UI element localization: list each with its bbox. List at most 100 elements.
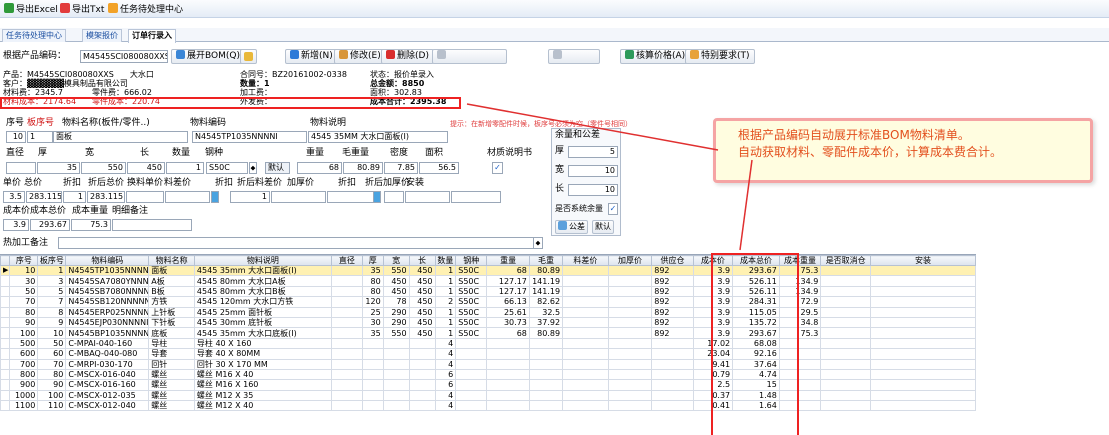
table-cell[interactable]: [651, 379, 694, 391]
table-cell[interactable]: 892: [651, 327, 694, 339]
table-cell[interactable]: [820, 275, 872, 287]
table-cell[interactable]: 80: [361, 285, 384, 298]
table-cell[interactable]: 900: [9, 379, 39, 391]
table-cell[interactable]: 导套: [148, 348, 195, 360]
table-cell[interactable]: 80: [361, 275, 384, 287]
table-cell[interactable]: C-MRPI-030-170: [65, 358, 150, 370]
edit-button[interactable]: 修改(E): [334, 49, 386, 64]
table-cell[interactable]: 导套 40 X 80MM: [193, 348, 332, 360]
sys-margin-checkbox[interactable]: ✓: [608, 203, 618, 215]
column-header[interactable]: 厚: [361, 255, 384, 266]
column-header[interactable]: 安装: [870, 255, 976, 266]
table-cell[interactable]: 600: [9, 348, 39, 360]
table-cell[interactable]: [330, 358, 363, 370]
table-cell[interactable]: 450: [408, 285, 436, 298]
table-cell[interactable]: [330, 264, 363, 277]
table-cell[interactable]: 70: [9, 296, 39, 308]
table-cell[interactable]: 35: [361, 264, 384, 277]
table-cell[interactable]: [408, 379, 436, 391]
table-cell[interactable]: 450: [408, 306, 436, 318]
table-cell[interactable]: [486, 400, 530, 412]
expand-bom-button[interactable]: 展开BOM(Q): [171, 49, 245, 64]
table-cell[interactable]: [330, 275, 363, 287]
table-row[interactable]: ▶ 10 1 N4545TP1035NNNNI 面板 4545 35mm 大水口面板(I)…: [0, 264, 976, 277]
table-cell[interactable]: 25: [361, 306, 384, 318]
table-cell[interactable]: [455, 337, 488, 350]
table-cell[interactable]: [870, 400, 976, 412]
table-cell[interactable]: 回针: [148, 358, 195, 370]
table-cell[interactable]: 290: [382, 306, 410, 318]
table-row[interactable]: 900 90 C-MSCX-016-160 螺丝 螺丝 M16 X 160 6 2.5 15: [0, 379, 976, 391]
column-header[interactable]: 物料说明: [193, 255, 332, 266]
table-cell[interactable]: [820, 348, 872, 360]
table-cell[interactable]: [382, 348, 410, 360]
table-cell[interactable]: 6: [434, 379, 457, 391]
table-cell[interactable]: S50C: [455, 306, 488, 318]
table-cell[interactable]: 螺丝: [148, 400, 195, 412]
table-cell[interactable]: [330, 337, 363, 350]
table-cell[interactable]: 68: [486, 264, 530, 277]
table-cell[interactable]: N4545EJP030NNNNI: [65, 316, 150, 329]
table-cell[interactable]: S50C: [455, 316, 488, 329]
table-cell[interactable]: [607, 337, 653, 350]
table-cell[interactable]: [562, 358, 609, 370]
table-cell[interactable]: 3: [37, 275, 67, 287]
table-cell[interactable]: [486, 358, 530, 370]
table-cell[interactable]: 导柱: [148, 337, 195, 350]
table-cell[interactable]: 450: [382, 275, 410, 287]
table-cell[interactable]: [870, 358, 976, 370]
column-header[interactable]: 物料编码: [65, 255, 150, 266]
table-cell[interactable]: [562, 327, 609, 339]
table-cell[interactable]: [562, 316, 609, 329]
table-cell[interactable]: 10: [37, 327, 67, 339]
table-row[interactable]: 70 7 N4545SB120NNNNN 方铁 4545 120mm 大水口方铁 120 7…: [0, 296, 976, 308]
table-cell[interactable]: 450: [408, 327, 436, 339]
table-row[interactable]: 80 8 N4545ERP025NNNNA 上针板 4545 25mm 面针板 25 290…: [0, 306, 976, 318]
table-row[interactable]: 90 9 N4545EJP030NNNNI 下针板 4545 30mm 底针板 30 290…: [0, 316, 976, 329]
len-input[interactable]: 450: [127, 162, 165, 174]
table-cell[interactable]: 80: [9, 306, 39, 318]
table-cell[interactable]: [820, 358, 872, 370]
table-cell[interactable]: [361, 348, 384, 360]
area-input[interactable]: 56.5: [419, 162, 459, 174]
table-cell[interactable]: [330, 389, 363, 402]
table-row[interactable]: 1000 100 C-MSCX-012-035 螺丝 螺丝 M12 X 35 4 0.37 1…: [0, 389, 976, 402]
table-cell[interactable]: [870, 368, 976, 381]
special-request-button[interactable]: 特别要求(T): [685, 49, 755, 64]
heat-dropdown-icon[interactable]: ⬥: [533, 237, 543, 249]
table-row[interactable]: 1100 110 C-MSCX-012-040 螺丝 螺丝 M12 X 40 4 0.41 1…: [0, 400, 976, 412]
table-cell[interactable]: [651, 337, 694, 350]
table-cell[interactable]: [408, 389, 436, 402]
table-cell[interactable]: [820, 337, 872, 350]
table-cell[interactable]: C-MSCX-016-160: [65, 379, 150, 391]
table-cell[interactable]: N4545TP1035NNNNI: [65, 264, 150, 277]
table-cell[interactable]: 30: [361, 316, 384, 329]
disc3-input[interactable]: [327, 191, 377, 203]
column-header[interactable]: 直径: [330, 255, 363, 266]
column-header[interactable]: 料差价: [562, 255, 609, 266]
tab-order-line[interactable]: 订单行录入: [128, 29, 176, 43]
name-input[interactable]: 面板: [53, 131, 188, 143]
width-input[interactable]: 550: [81, 162, 126, 174]
table-cell[interactable]: 450: [408, 264, 436, 277]
table-cell[interactable]: 66.13: [486, 296, 530, 308]
table-cell[interactable]: [607, 306, 653, 318]
calc-price-button[interactable]: 核算价格(A): [620, 49, 691, 64]
table-cell[interactable]: 1: [434, 327, 457, 339]
table-cell[interactable]: [651, 348, 694, 360]
gross-input[interactable]: 80.89: [343, 162, 383, 174]
table-cell[interactable]: [330, 379, 363, 391]
table-cell[interactable]: [361, 389, 384, 402]
table-cell[interactable]: 450: [408, 275, 436, 287]
table-cell[interactable]: 892: [651, 296, 694, 308]
table-cell[interactable]: 5: [37, 285, 67, 298]
table-row[interactable]: 30 3 N4545SA7080YNNNI A板 4545 80mm 大水口A板 80 45…: [0, 275, 976, 287]
table-cell[interactable]: 1: [434, 285, 457, 298]
table-row[interactable]: 700 70 C-MRPI-030-170 回针 回针 30 X 170 MM 4 9.41…: [0, 358, 976, 370]
table-cell[interactable]: 80.89: [528, 264, 564, 277]
table-cell[interactable]: [651, 400, 694, 412]
add-button[interactable]: 新增(N): [285, 49, 338, 64]
table-cell[interactable]: 127.17: [486, 285, 530, 298]
table-cell[interactable]: S50C: [455, 296, 488, 308]
table-cell[interactable]: [455, 400, 488, 412]
